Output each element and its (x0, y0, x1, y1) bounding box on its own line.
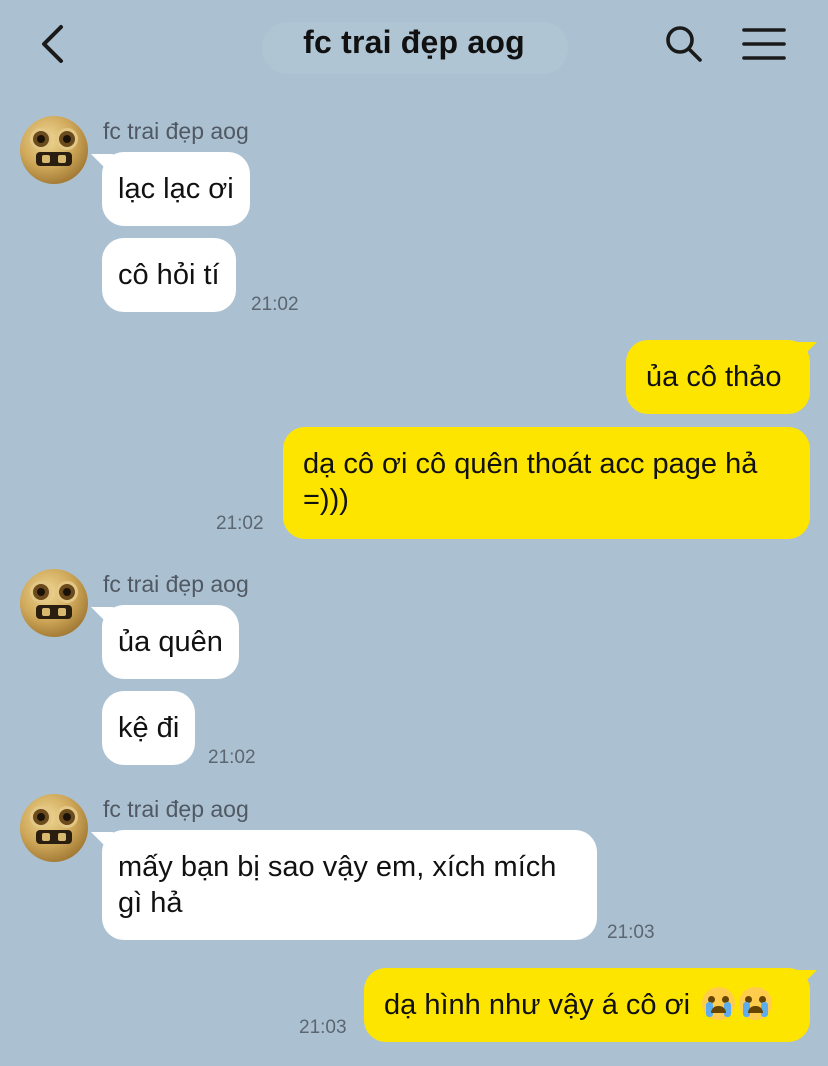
avatar[interactable] (20, 794, 88, 862)
message-bubble-incoming[interactable]: mấy bạn bị sao vậy em, xích mích gì hả (102, 830, 597, 940)
message-bubble-incoming[interactable]: ủa quên (102, 605, 239, 679)
timestamp: 21:03 (299, 1017, 347, 1038)
message-bubble-incoming[interactable]: lạc lạc ơi (102, 152, 250, 226)
message-text: kệ đi (118, 712, 180, 744)
message-text: ủa cô thảo (646, 361, 782, 393)
message-text: mấy bạn bị sao vậy em, xích mích (118, 851, 557, 883)
avatar[interactable] (20, 116, 88, 184)
timestamp: 21:02 (251, 294, 299, 315)
search-button[interactable] (660, 20, 708, 68)
message-text: dạ hình như vậy á cô ơi (384, 989, 691, 1021)
timestamp: 21:03 (607, 922, 655, 943)
hamburger-menu-icon (742, 28, 786, 60)
sender-name: fc trai đẹp aog (103, 796, 249, 822)
loudly-crying-face-icon (702, 987, 736, 1020)
message-bubble-incoming[interactable]: kệ đi (102, 691, 196, 765)
message-bubble-outgoing[interactable]: dạ cô ơi cô quên thoát acc page hả =))) (283, 427, 810, 539)
message-text: cô hỏi tí (118, 259, 220, 291)
chat-header: fc trai đẹp aog (0, 0, 828, 90)
message-text-line2: gì hả (118, 887, 183, 919)
loudly-crying-face-icon (739, 987, 773, 1020)
message-text-line2: =))) (303, 484, 349, 516)
message-bubble-outgoing[interactable]: dạ hình như vậy á cô ơi (364, 968, 810, 1042)
timestamp: 21:02 (208, 747, 256, 768)
menu-button[interactable] (738, 20, 790, 68)
search-icon (666, 26, 702, 62)
message-bubble-incoming[interactable]: cô hỏi tí (102, 238, 236, 312)
avatar[interactable] (20, 569, 88, 637)
message-text: lạc lạc ơi (118, 173, 234, 205)
message-text: dạ cô ơi cô quên thoát acc page hả (303, 448, 758, 480)
sender-name: fc trai đẹp aog (103, 118, 249, 144)
sender-name: fc trai đẹp aog (103, 571, 249, 597)
message-bubble-outgoing[interactable]: ủa cô thảo (626, 340, 810, 414)
message-text: ủa quên (118, 626, 223, 658)
timestamp: 21:02 (216, 513, 264, 534)
